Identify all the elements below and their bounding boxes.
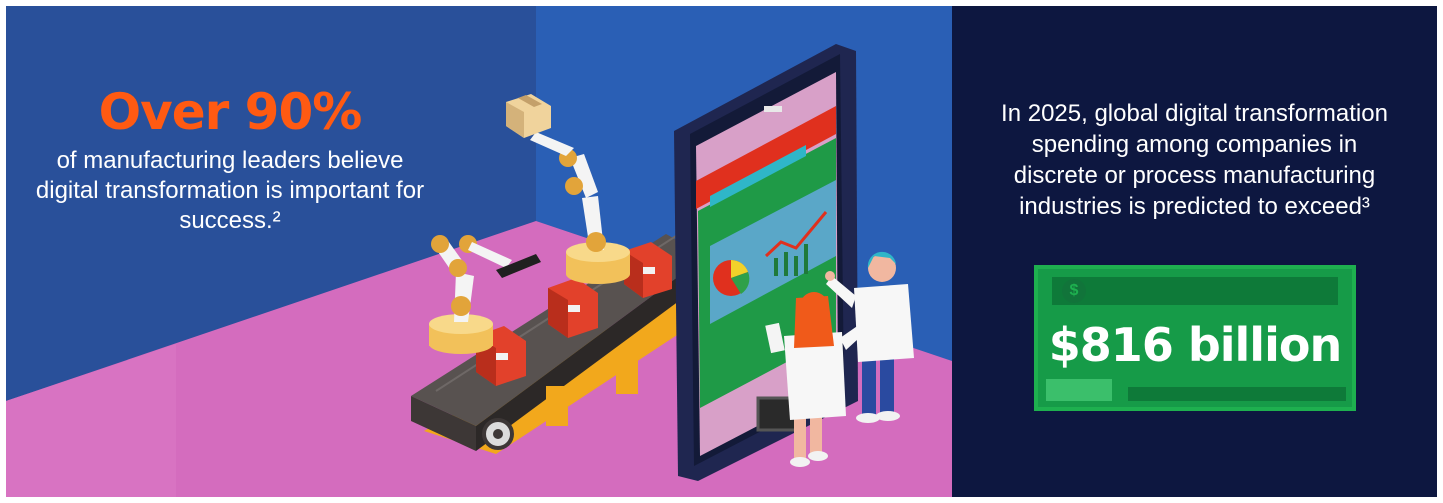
spending-description: In 2025, global digital transformation s… (1001, 100, 1388, 220)
stat-headline: Over 90% (98, 83, 363, 141)
dollar-icon: $ (1062, 279, 1086, 303)
spending-amount: $816 billion (1048, 318, 1342, 372)
stat-callout: Over 90% of manufacturing leaders believ… (34, 84, 426, 236)
factory-illustration: Over 90% of manufacturing leaders believ… (6, 6, 952, 497)
banknote-left-bar (1046, 379, 1112, 401)
factory-scene (6, 6, 952, 497)
spending-panel: In 2025, global digital transformation s… (952, 6, 1437, 497)
banknote: $ $816 billion (1034, 265, 1356, 411)
infographic: Over 90% of manufacturing leaders believ… (6, 6, 1437, 497)
stat-description: of manufacturing leaders believe digital… (35, 147, 425, 234)
banknote-right-bar (1128, 387, 1346, 401)
banknote-top-stripe: $ (1052, 277, 1338, 305)
